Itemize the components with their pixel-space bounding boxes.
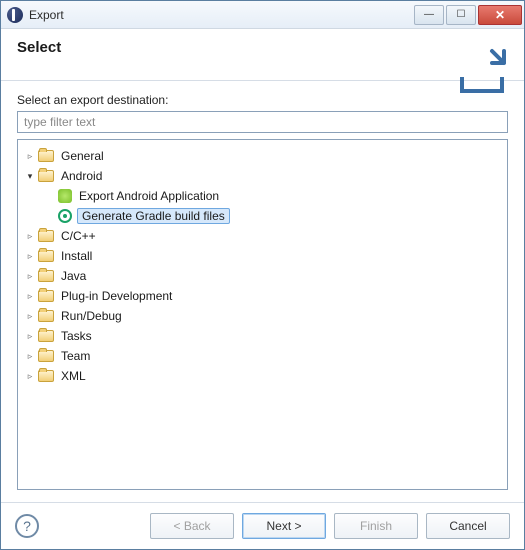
tree-folder[interactable]: ▹ C/C++	[22, 226, 503, 246]
folder-icon	[38, 230, 54, 242]
twisty-collapsed-icon[interactable]: ▹	[24, 310, 36, 322]
tree-item[interactable]: Export Android Application	[42, 186, 503, 206]
wizard-header: Select	[1, 29, 524, 81]
folder-icon	[38, 370, 54, 382]
cancel-button[interactable]: Cancel	[426, 513, 510, 539]
tree-folder-label: Java	[59, 269, 88, 283]
tree-folder-label: General	[59, 149, 106, 163]
titlebar: Export — ☐ ✕	[1, 1, 524, 29]
twisty-collapsed-icon[interactable]: ▹	[24, 330, 36, 342]
twisty-collapsed-icon[interactable]: ▹	[24, 270, 36, 282]
tree-folder-label: C/C++	[59, 229, 98, 243]
gradle-icon	[58, 209, 72, 223]
twisty-collapsed-icon[interactable]: ▹	[24, 230, 36, 242]
tree-folder-label: Install	[59, 249, 94, 263]
tree-folder-label: Run/Debug	[59, 309, 124, 323]
export-tree[interactable]: ▹ General ▾ Android Export Android Applicati…	[17, 139, 508, 490]
tree-folder-label: Team	[59, 349, 92, 363]
window-title: Export	[29, 8, 412, 22]
android-icon	[58, 189, 72, 203]
folder-icon	[38, 150, 54, 162]
filter-input[interactable]	[17, 111, 508, 133]
page-title: Select	[17, 39, 508, 56]
folder-icon	[38, 350, 54, 362]
export-wizard-window: Export — ☐ ✕ Select Select an export des…	[0, 0, 525, 550]
tree-folder-label: XML	[59, 369, 88, 383]
help-button[interactable]: ?	[15, 514, 39, 538]
eclipse-icon	[7, 7, 23, 23]
folder-icon	[38, 270, 54, 282]
minimize-button[interactable]: —	[414, 5, 444, 25]
tree-folder-label: Android	[59, 169, 104, 183]
twisty-collapsed-icon[interactable]: ▹	[24, 250, 36, 262]
maximize-button[interactable]: ☐	[446, 5, 476, 25]
tree-folder[interactable]: ▾ Android	[22, 166, 503, 186]
folder-icon	[38, 310, 54, 322]
folder-icon	[38, 250, 54, 262]
tree-folder[interactable]: ▹ Tasks	[22, 326, 503, 346]
window-controls: — ☐ ✕	[412, 5, 522, 25]
twisty-collapsed-icon[interactable]: ▹	[24, 350, 36, 362]
tree-folder-label: Plug-in Development	[59, 289, 174, 303]
finish-button[interactable]: Finish	[334, 513, 418, 539]
back-button[interactable]: < Back	[150, 513, 234, 539]
tree-folder[interactable]: ▹ Java	[22, 266, 503, 286]
tree-folder[interactable]: ▹ Team	[22, 346, 503, 366]
tree-folder-label: Tasks	[59, 329, 94, 343]
export-hero-icon	[458, 47, 506, 95]
tree-item-label: Generate Gradle build files	[77, 208, 230, 224]
twisty-collapsed-icon[interactable]: ▹	[24, 150, 36, 162]
close-button[interactable]: ✕	[478, 5, 522, 25]
folder-icon	[38, 290, 54, 302]
tree-folder[interactable]: ▹ XML	[22, 366, 503, 386]
tree-folder[interactable]: ▹ Plug-in Development	[22, 286, 503, 306]
destination-prompt: Select an export destination:	[17, 93, 508, 107]
tree-folder[interactable]: ▹ General	[22, 146, 503, 166]
twisty-expanded-icon[interactable]: ▾	[24, 170, 36, 182]
tree-folder[interactable]: ▹ Run/Debug	[22, 306, 503, 326]
tree-folder[interactable]: ▹ Install	[22, 246, 503, 266]
tree-item[interactable]: Generate Gradle build files	[42, 206, 503, 226]
folder-icon	[38, 330, 54, 342]
twisty-collapsed-icon[interactable]: ▹	[24, 290, 36, 302]
wizard-footer: ? < Back Next > Finish Cancel	[1, 502, 524, 549]
next-button[interactable]: Next >	[242, 513, 326, 539]
twisty-collapsed-icon[interactable]: ▹	[24, 370, 36, 382]
wizard-body: Select an export destination: ▹ General ▾ A…	[1, 81, 524, 502]
folder-icon	[38, 170, 54, 182]
tree-item-label: Export Android Application	[77, 189, 221, 203]
